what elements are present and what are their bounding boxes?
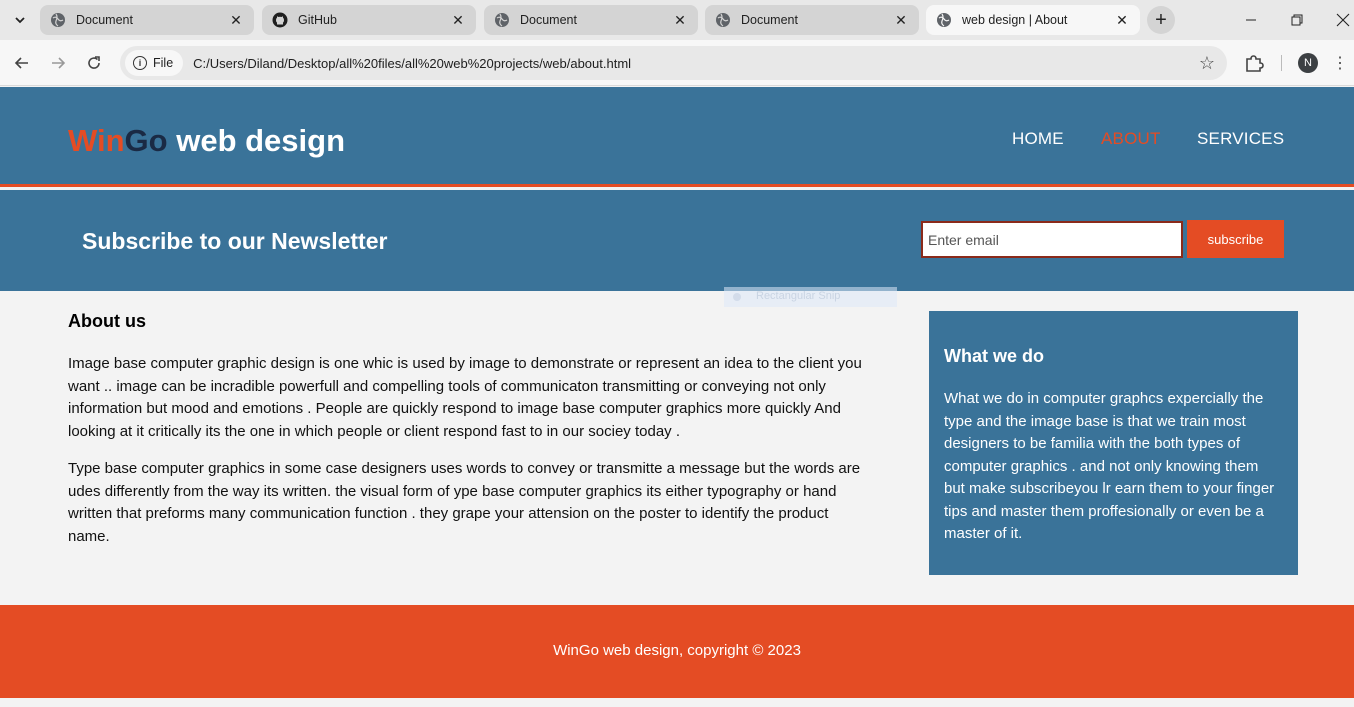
newsletter-title: Subscribe to our Newsletter <box>82 228 388 254</box>
browser-tab[interactable]: Document ✕ <box>484 5 698 35</box>
reload-icon[interactable] <box>80 49 108 77</box>
globe-icon <box>50 12 66 28</box>
nav-link-about[interactable]: ABOUT <box>1101 129 1161 149</box>
what-we-do-sidebar: What we do What we do in computer graphc… <box>929 311 1298 575</box>
tab-title: GitHub <box>298 13 337 27</box>
sidebar-text: What we do in computer graphcs expercial… <box>944 390 1275 542</box>
close-tab-icon[interactable]: ✕ <box>893 12 909 28</box>
logo-rest: web design <box>167 123 346 158</box>
restore-icon[interactable] <box>1274 0 1320 40</box>
minimize-icon[interactable] <box>1228 0 1274 40</box>
site-footer: WinGo web design, copyright © 2023 <box>0 605 1354 698</box>
about-paragraph: Type base computer graphics in some case… <box>68 460 861 545</box>
tab-title: web design | About <box>962 13 1068 27</box>
site-logo[interactable]: WinGo web design <box>68 123 345 159</box>
forward-arrow-icon[interactable] <box>44 49 72 77</box>
globe-icon <box>936 12 952 28</box>
url-text[interactable]: C:/Users/Diland/Desktop/all%20files/all%… <box>193 56 631 71</box>
copyright-text: WinGo web design, copyright © 2023 <box>553 642 801 659</box>
about-heading: About us <box>68 311 146 331</box>
address-bar[interactable]: i File C:/Users/Diland/Desktop/all%20fil… <box>120 46 1227 80</box>
tab-search-chevron-icon[interactable] <box>6 6 34 34</box>
tab-strip: Document ✕ GitHub ✕ Document ✕ Document … <box>0 0 1354 40</box>
logo-go: Go <box>124 123 168 158</box>
extensions-puzzle-icon[interactable] <box>1241 50 1267 76</box>
site-header: WinGo web design HOME ABOUT SERVICES <box>0 87 1354 187</box>
toolbar-divider <box>1281 55 1282 71</box>
subscribe-button[interactable]: subscribe <box>1187 220 1284 258</box>
about-paragraph: Image base computer graphic design is on… <box>68 355 862 440</box>
back-arrow-icon[interactable] <box>8 49 36 77</box>
sidebar-heading: What we do <box>944 346 1044 366</box>
snip-dot-icon <box>733 293 741 301</box>
browser-tab-active[interactable]: web design | About ✕ <box>926 5 1140 35</box>
logo-win: Win <box>68 123 125 158</box>
browser-tab[interactable]: Document ✕ <box>40 5 254 35</box>
bookmark-star-icon[interactable]: ☆ <box>1199 53 1215 74</box>
globe-icon <box>715 12 731 28</box>
close-tab-icon[interactable]: ✕ <box>1114 12 1130 28</box>
close-tab-icon[interactable]: ✕ <box>450 12 466 28</box>
snip-overlay-label: Rectangular Snip <box>724 287 897 307</box>
about-section: About us Image base computer graphic des… <box>68 311 868 563</box>
email-input[interactable] <box>921 221 1183 258</box>
profile-avatar[interactable]: N <box>1298 53 1318 73</box>
browser-tab[interactable]: GitHub ✕ <box>262 5 476 35</box>
browser-tab[interactable]: Document ✕ <box>705 5 919 35</box>
close-tab-icon[interactable]: ✕ <box>228 12 244 28</box>
site-info-label: File <box>153 56 174 70</box>
more-menu-icon[interactable]: ⋮ <box>1332 52 1348 74</box>
tab-title: Document <box>520 13 577 27</box>
nav-link-home[interactable]: HOME <box>1012 129 1064 149</box>
close-tab-icon[interactable]: ✕ <box>672 12 688 28</box>
newsletter-bar: Subscribe to our Newsletter subscribe <box>0 190 1354 291</box>
globe-icon <box>494 12 510 28</box>
new-tab-button[interactable]: + <box>1147 6 1175 34</box>
site-info-chip[interactable]: i File <box>125 50 184 76</box>
browser-toolbar: i File C:/Users/Diland/Desktop/all%20fil… <box>0 40 1354 86</box>
tab-title: Document <box>76 13 133 27</box>
snip-text: Rectangular Snip <box>756 290 841 302</box>
tab-title: Document <box>741 13 798 27</box>
nav-link-services[interactable]: SERVICES <box>1197 129 1284 149</box>
info-icon: i <box>133 56 147 70</box>
close-window-icon[interactable] <box>1320 0 1354 40</box>
github-icon <box>272 12 288 28</box>
